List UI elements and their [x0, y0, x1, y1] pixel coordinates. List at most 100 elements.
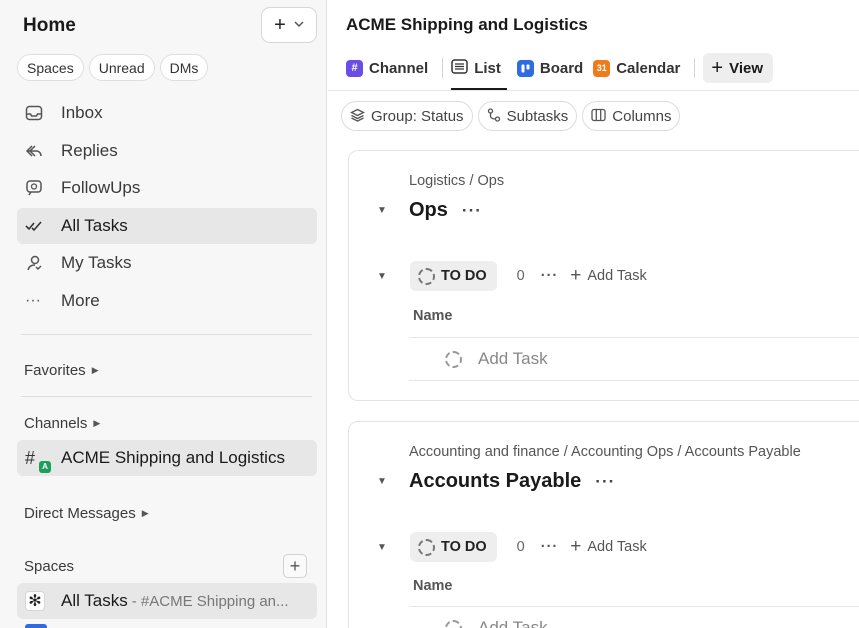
status-label: TO DO	[441, 268, 487, 284]
channels-label: Channels	[24, 415, 88, 432]
status-group-row: ▼ TO DO 0 ··· + Add Task	[377, 261, 647, 291]
more-options-icon[interactable]: ···	[595, 472, 615, 492]
inbox-icon	[25, 105, 53, 121]
asterisk-icon: ✻	[25, 591, 45, 611]
status-label: TO DO	[441, 539, 487, 555]
status-ring-icon	[418, 267, 435, 285]
add-task-row-label: Add Task	[478, 349, 548, 368]
direct-messages-section[interactable]: Direct Messages ▶	[24, 505, 149, 522]
tab-label: List	[474, 59, 501, 77]
sidebar-item-more[interactable]: ··· More	[17, 283, 317, 319]
more-options-icon[interactable]: ···	[541, 268, 559, 284]
breadcrumb[interactable]: Accounting and finance / Accounting Ops …	[409, 444, 801, 460]
space-icon-wrap: ✻	[25, 591, 53, 611]
plus-icon: +	[570, 265, 582, 286]
status-ring-icon	[418, 538, 435, 556]
sidebar-divider	[21, 334, 312, 335]
sidebar-item-label: My Tasks	[61, 253, 132, 272]
tab-calendar[interactable]: 31 Calendar	[593, 52, 686, 84]
more-icon: ···	[25, 292, 41, 309]
sidebar-item-inbox[interactable]: Inbox	[17, 95, 317, 131]
add-task-button[interactable]: + Add Task	[570, 265, 647, 287]
sidebar-item-all-tasks[interactable]: All Tasks	[17, 208, 317, 244]
list-name[interactable]: Ops	[409, 199, 448, 222]
layers-icon	[350, 108, 365, 125]
space-label: All Tasks	[61, 591, 128, 610]
status-pill-todo[interactable]: TO DO	[410, 532, 497, 562]
caret-right-icon: ▶	[141, 508, 149, 518]
caret-down-icon[interactable]: ▼	[377, 205, 409, 216]
subtasks-button[interactable]: Subtasks	[477, 101, 578, 131]
followup-icon	[25, 179, 53, 197]
channels-section[interactable]: Channels ▶	[24, 415, 100, 432]
tab-separator	[694, 58, 696, 78]
list-title-row: ▼ Ops ···	[377, 199, 482, 222]
sidebar-item-label: Replies	[61, 141, 118, 160]
favorites-section[interactable]: Favorites ▶	[24, 362, 99, 379]
columns-button[interactable]: Columns	[582, 101, 681, 131]
caret-right-icon: ▶	[91, 365, 99, 375]
add-task-row[interactable]: Add Task	[445, 349, 548, 369]
double-check-icon	[25, 220, 53, 232]
filter-pill-dms[interactable]: DMs	[159, 54, 209, 81]
sidebar-title: Home	[23, 15, 76, 36]
more-options-icon[interactable]: ···	[462, 201, 482, 221]
list-title-row: ▼ Accounts Payable ···	[377, 470, 615, 493]
column-header-name[interactable]: Name	[413, 578, 453, 594]
breadcrumb[interactable]: Logistics / Ops	[409, 173, 504, 189]
sidebar-item-followups[interactable]: FollowUps	[17, 170, 317, 206]
sidebar-item-replies[interactable]: Replies	[17, 133, 317, 169]
add-task-label: Add Task	[587, 539, 647, 555]
add-task-button[interactable]: + Add Task	[570, 536, 647, 558]
spaces-section[interactable]: Spaces	[24, 558, 74, 575]
caret-down-icon[interactable]: ▼	[377, 476, 409, 487]
task-count: 0	[516, 539, 525, 555]
row-divider	[409, 337, 859, 338]
status-ring-icon	[445, 350, 462, 368]
channel-label: ACME Shipping and Logistics	[61, 448, 285, 467]
task-count: 0	[516, 268, 525, 284]
filter-pill-spaces[interactable]: Spaces	[17, 54, 84, 81]
tab-list[interactable]: List	[451, 52, 507, 90]
direct-messages-label: Direct Messages	[24, 505, 136, 522]
add-task-row-label: Add Task	[478, 618, 548, 628]
sidebar-item-my-tasks[interactable]: My Tasks	[17, 245, 317, 281]
tab-board[interactable]: Board	[516, 52, 589, 84]
plus-icon: +	[570, 536, 582, 557]
caret-down-icon[interactable]: ▼	[377, 542, 410, 553]
channel-item-acme[interactable]: # A ACME Shipping and Logistics	[17, 440, 317, 476]
new-button[interactable]: +	[261, 7, 317, 43]
channel-badge: A	[39, 460, 51, 473]
reply-icon	[25, 143, 53, 159]
status-group-row: ▼ TO DO 0 ··· + Add Task	[377, 532, 647, 562]
add-space-button[interactable]: +	[283, 554, 307, 578]
channel-hash-icon: # A	[25, 448, 53, 473]
status-pill-todo[interactable]: TO DO	[410, 261, 497, 291]
subtasks-icon	[487, 107, 501, 125]
add-view-button[interactable]: + View	[703, 53, 774, 83]
tab-label: Channel	[369, 59, 429, 77]
add-task-row[interactable]: Add Task	[445, 618, 548, 628]
group-status-button[interactable]: Group: Status	[341, 101, 473, 131]
spaces-label: Spaces	[24, 558, 75, 575]
favorites-label: Favorites	[24, 362, 86, 379]
list-name[interactable]: Accounts Payable	[409, 470, 581, 493]
space-item-all-tasks[interactable]: ✻ All Tasks - #ACME Shipping an...	[17, 583, 317, 619]
caret-down-icon[interactable]: ▼	[377, 271, 410, 282]
filter-label: Subtasks	[506, 107, 569, 125]
list-card-accounts-payable: Accounting and finance / Accounting Ops …	[348, 421, 859, 628]
list-icon	[451, 58, 468, 78]
sidebar-item-label: All Tasks	[61, 216, 128, 235]
add-view-label: View	[729, 59, 764, 77]
toolbar-filters: Group: Status Subtasks Columns	[341, 101, 681, 131]
tab-label: Board	[539, 59, 584, 77]
board-icon	[516, 59, 534, 77]
filter-pill-unread[interactable]: Unread	[88, 54, 155, 81]
more-options-icon[interactable]: ···	[541, 539, 559, 555]
calendar-icon: 31	[593, 59, 611, 77]
tab-channel[interactable]: # Channel	[346, 52, 434, 84]
column-header-name[interactable]: Name	[413, 308, 453, 324]
columns-icon	[591, 108, 606, 125]
plus-icon: +	[711, 56, 724, 79]
chevron-down-icon	[294, 19, 304, 31]
